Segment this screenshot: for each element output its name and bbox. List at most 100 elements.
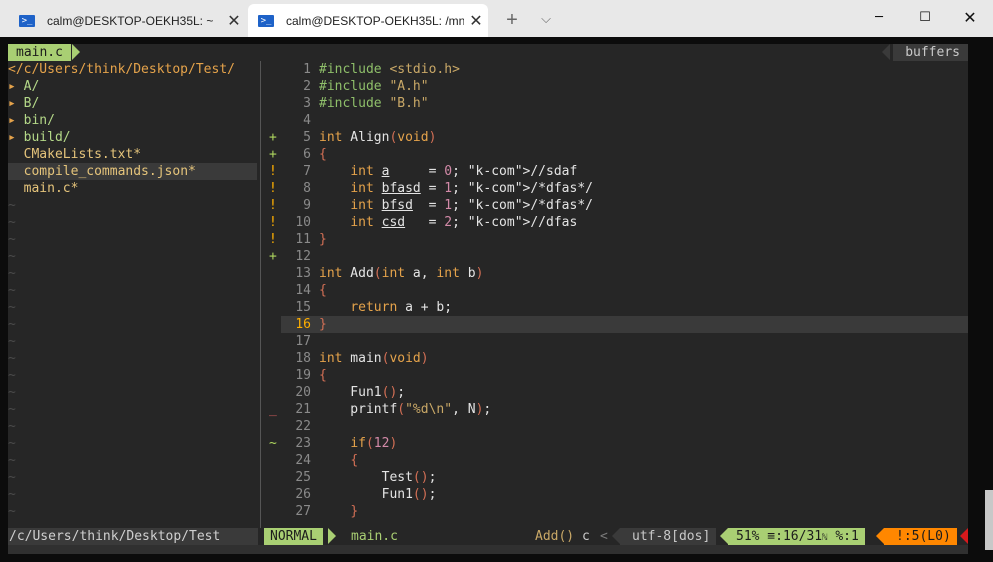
- code-line[interactable]: +12: [269, 248, 968, 265]
- tree-empty-line: ~: [8, 266, 16, 281]
- tree-expand-icon[interactable]: [8, 181, 24, 196]
- code-line[interactable]: 2 #include "A.h": [281, 78, 968, 95]
- code-text[interactable]: {: [311, 367, 327, 384]
- line-number: 19: [295, 368, 311, 383]
- code-text[interactable]: int main(void): [311, 350, 429, 367]
- tree-expand-icon[interactable]: ▸: [8, 96, 24, 111]
- tabline-file[interactable]: main.c: [8, 44, 71, 61]
- line-number: 20: [295, 385, 311, 400]
- code-text[interactable]: Fun1();: [311, 486, 437, 503]
- code-line[interactable]: ! 11}: [269, 231, 968, 248]
- code-text[interactable]: if(12): [311, 435, 397, 452]
- code-text[interactable]: {: [311, 146, 327, 163]
- code-line[interactable]: 19{: [281, 367, 968, 384]
- code-line[interactable]: 27 }: [281, 503, 968, 520]
- tab-mnt[interactable]: >_ calm@DESKTOP-OEKH35L: /mn ✕: [248, 4, 488, 37]
- vim-editor[interactable]: main.c buffers </c/Users/think/Desktop/T…: [8, 44, 968, 554]
- code-text[interactable]: printf("%d\n", N);: [311, 401, 491, 418]
- code-text[interactable]: int bfsd = 1; "k-com">/*dfas*/: [311, 197, 593, 214]
- code-line[interactable]: 15 return a + b;: [281, 299, 968, 316]
- code-line[interactable]: +5 int Align(void): [269, 129, 968, 146]
- status-warnings: !:5(L0): [884, 528, 957, 545]
- code-line[interactable]: 25 Test();: [281, 469, 968, 486]
- code-text[interactable]: {: [311, 282, 327, 299]
- code-line[interactable]: 16}: [281, 316, 968, 333]
- code-line[interactable]: +6{: [269, 146, 968, 163]
- line-number: 13: [295, 266, 311, 281]
- code-text[interactable]: int bfasd = 1; "k-com">/*dfas*/: [311, 180, 593, 197]
- tree-entry-name: build/: [23, 130, 71, 145]
- file-tree[interactable]: </c/Users/think/Desktop/Test/▸ A/▸ B/▸ b…: [8, 61, 257, 528]
- code-line[interactable]: 24 {: [281, 452, 968, 469]
- git-sign: !: [269, 198, 277, 213]
- tree-expand-icon[interactable]: [8, 147, 24, 162]
- tab-home[interactable]: >_ calm@DESKTOP-OEKH35L: ~ ✕: [9, 4, 246, 37]
- tree-entry[interactable]: ▸ A/: [8, 78, 257, 95]
- tab-title: calm@DESKTOP-OEKH35L: /mn: [286, 13, 464, 28]
- tree-expand-icon[interactable]: ▸: [8, 113, 24, 128]
- scrollbar[interactable]: [985, 490, 993, 550]
- code-text[interactable]: }: [311, 231, 327, 248]
- tree-expand-icon[interactable]: [8, 164, 24, 179]
- code-line[interactable]: 4: [281, 112, 968, 129]
- code-text[interactable]: #include "B.h": [311, 95, 429, 112]
- code-text[interactable]: #include "A.h": [311, 78, 429, 95]
- code-line[interactable]: 13 int Add(int a, int b): [281, 265, 968, 282]
- code-line[interactable]: _ 21 printf("%d\n", N);: [269, 401, 968, 418]
- code-line[interactable]: 26 Fun1();: [281, 486, 968, 503]
- chevron-down-icon[interactable]: ⌵: [536, 8, 556, 32]
- powerline-arrow: [612, 528, 620, 544]
- tree-entry[interactable]: main.c*: [8, 180, 257, 197]
- status-file: main.c: [351, 529, 398, 544]
- code-pane[interactable]: 1 #include <stdio.h> 2 #include "A.h" 3 #incl…: [269, 61, 968, 528]
- code-text[interactable]: Test();: [311, 469, 437, 486]
- code-text[interactable]: int csd = 2; "k-com">//dfas: [311, 214, 577, 231]
- code-line[interactable]: 14{: [281, 282, 968, 299]
- code-line[interactable]: ~23 if(12): [269, 435, 968, 452]
- code-text[interactable]: }: [311, 316, 327, 333]
- code-text[interactable]: int Add(int a, int b): [311, 265, 483, 282]
- tree-entry-name: CMakeLists.txt*: [23, 147, 142, 162]
- code-line[interactable]: 18 int main(void): [281, 350, 968, 367]
- line-number: 23: [295, 436, 311, 451]
- close-window-button[interactable]: ✕: [947, 0, 993, 36]
- close-icon[interactable]: ✕: [464, 11, 488, 31]
- tree-entry[interactable]: ▸ B/: [8, 95, 257, 112]
- tree-expand-icon[interactable]: ▸: [8, 130, 24, 145]
- line-number: 14: [295, 283, 311, 298]
- code-text[interactable]: Fun1();: [311, 384, 405, 401]
- tabline-buffers[interactable]: buffers: [893, 44, 968, 61]
- powershell-icon: >_: [19, 14, 35, 27]
- close-icon[interactable]: ✕: [222, 11, 246, 31]
- code-line[interactable]: ! 10 int csd = 2; "k-com">//dfas: [269, 214, 968, 231]
- code-line[interactable]: 17: [281, 333, 968, 350]
- code-text[interactable]: return a + b;: [311, 299, 452, 316]
- command-line[interactable]: [8, 545, 968, 554]
- tree-expand-icon[interactable]: ▸: [8, 79, 24, 94]
- tree-entry-name: main.c*: [23, 181, 79, 196]
- tree-entry[interactable]: compile_commands.json*: [8, 163, 257, 180]
- tree-empty-line: ~: [8, 317, 16, 332]
- code-line[interactable]: ! 7 int a = 0; "k-com">//sdaf: [269, 163, 968, 180]
- code-text[interactable]: {: [311, 452, 358, 469]
- tree-root-path[interactable]: </c/Users/think/Desktop/Test/: [8, 61, 257, 78]
- tree-entry[interactable]: ▸ bin/: [8, 112, 257, 129]
- code-line[interactable]: 20 Fun1();: [281, 384, 968, 401]
- status-position: 51% ≡:16/31ℕ %:1: [728, 528, 865, 545]
- code-line[interactable]: 3 #include "B.h": [281, 95, 968, 112]
- tree-entry[interactable]: CMakeLists.txt*: [8, 146, 257, 163]
- title-bar: >_ calm@DESKTOP-OEKH35L: ~ ✕ >_ calm@DES…: [0, 0, 993, 37]
- maximize-button[interactable]: ☐: [902, 0, 948, 36]
- code-text[interactable]: #include <stdio.h>: [311, 61, 460, 78]
- code-text[interactable]: }: [311, 503, 358, 520]
- minimize-button[interactable]: ─: [856, 0, 902, 36]
- tree-entry[interactable]: ▸ build/: [8, 129, 257, 146]
- code-line[interactable]: 1 #include <stdio.h>: [281, 61, 968, 78]
- code-line[interactable]: ! 9 int bfsd = 1; "k-com">/*dfas*/: [269, 197, 968, 214]
- code-text[interactable]: int a = 0; "k-com">//sdaf: [311, 163, 577, 180]
- code-line[interactable]: ! 8 int bfasd = 1; "k-com">/*dfas*/: [269, 180, 968, 197]
- new-tab-button[interactable]: +: [501, 8, 523, 32]
- code-text[interactable]: int Align(void): [311, 129, 436, 146]
- line-number: 6: [303, 147, 311, 162]
- code-line[interactable]: 22: [281, 418, 968, 435]
